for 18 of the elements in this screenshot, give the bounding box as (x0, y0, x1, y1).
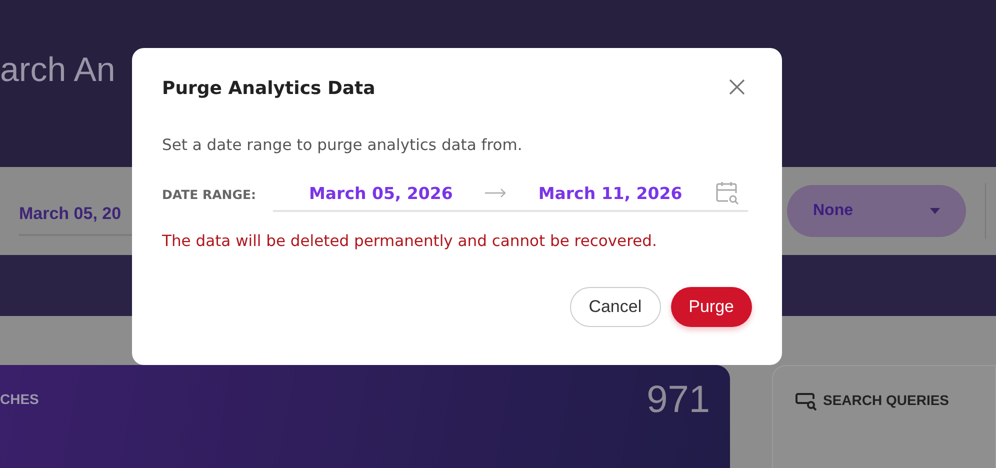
caret-icon (930, 208, 940, 214)
dialog-title: Purge Analytics Data (162, 78, 376, 99)
card-label: CHES (0, 391, 39, 407)
cancel-button[interactable]: Cancel (570, 287, 661, 327)
purge-button[interactable]: Purge (670, 287, 752, 327)
warning-message: The data will be deleted permanently and cannot be recovered. (162, 232, 658, 250)
start-date: March 05, 2026 (309, 184, 453, 202)
card-label: SEARCH QUERIES (823, 392, 950, 408)
calendar-icon (714, 180, 740, 206)
dialog-description: Set a date range to purge analytics data from. (162, 136, 524, 154)
close-icon[interactable] (729, 78, 745, 94)
date-range-field[interactable]: March 05, 2026 March 11, 2026 (273, 176, 748, 212)
page-title: arch An (0, 51, 116, 90)
card-value: 971 (646, 379, 710, 422)
date-range-label: DATE RANGE: (162, 186, 258, 202)
arrow-icon (484, 188, 507, 198)
search-icon (795, 392, 817, 412)
end-date: March 11, 2026 (538, 184, 682, 202)
